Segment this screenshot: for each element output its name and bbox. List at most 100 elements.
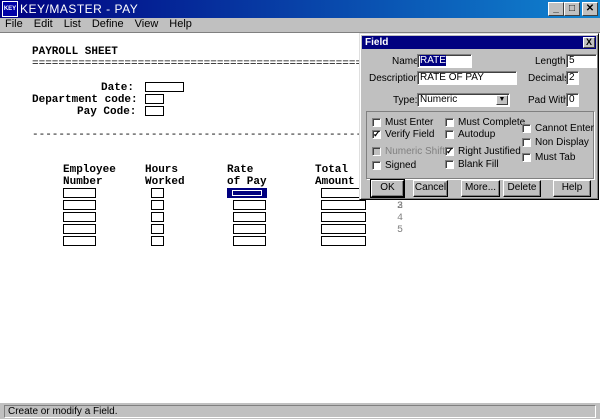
hours-worked-field[interactable] [151, 224, 164, 234]
checkbox-box [372, 147, 381, 156]
pay-code-field[interactable] [145, 106, 164, 116]
dialog-title-bar[interactable]: Field X [362, 36, 596, 49]
name-input[interactable]: RATE [417, 54, 472, 68]
type-value: Numeric [420, 94, 458, 105]
checkbox-box [445, 118, 454, 127]
signed-checkbox[interactable]: Signed [372, 160, 416, 171]
padwith-input[interactable]: 0 [566, 93, 579, 107]
numeric-shift-label: Numeric Shift [385, 146, 446, 157]
must-enter-checkbox[interactable]: Must Enter [372, 117, 433, 128]
right-justified-checkbox[interactable]: ✓ Right Justified [445, 146, 521, 157]
rate-of-pay-field[interactable] [233, 224, 266, 234]
status-text: Create or modify a Field. [4, 405, 596, 418]
right-justified-label: Right Justified [458, 146, 521, 157]
help-button[interactable]: Help [553, 180, 591, 197]
app-icon-text: KEY [3, 6, 17, 12]
checkbox-box [522, 138, 531, 147]
col-total-line2: Amount [315, 176, 355, 188]
chevron-down-icon[interactable]: ▼ [496, 95, 508, 105]
dialog-title: Field [365, 37, 389, 48]
type-label: Type: [393, 95, 418, 106]
blank-fill-checkbox[interactable]: Blank Fill [445, 159, 499, 170]
menu-define[interactable]: Define [87, 18, 130, 32]
rate-of-pay-field-selected[interactable] [227, 188, 267, 198]
decimals-input[interactable]: 2 [566, 71, 579, 85]
delete-button[interactable]: Delete [503, 180, 541, 197]
minimize-button[interactable]: _ [548, 2, 564, 16]
padwith-label: Pad With: [528, 95, 572, 106]
col-hours-line1: Hours [145, 164, 179, 176]
date-field[interactable] [145, 82, 184, 92]
employee-number-field[interactable] [63, 200, 96, 210]
autodup-label: Autodup [458, 129, 496, 140]
employee-number-field[interactable] [63, 224, 96, 234]
description-label: Description: [369, 73, 422, 84]
non-display-checkbox[interactable]: Non Display [522, 137, 589, 148]
title-bar: KEY KEY/MASTER - PAY _ □ ✕ [0, 0, 600, 18]
autodup-checkbox[interactable]: Autodup [445, 129, 495, 140]
maximize-button[interactable]: □ [564, 2, 580, 16]
blank-fill-label: Blank Fill [458, 159, 499, 170]
sheet-heading: PAYROLL SHEET [32, 46, 118, 58]
window-title: KEY/MASTER - PAY [20, 2, 139, 16]
total-amount-field[interactable] [321, 224, 366, 234]
menu-help[interactable]: Help [164, 18, 198, 32]
total-amount-field[interactable] [321, 200, 366, 210]
length-input[interactable]: 5 [566, 54, 597, 68]
type-select[interactable]: Numeric ▼ [417, 93, 510, 107]
checkbox-box [372, 118, 381, 127]
must-tab-checkbox[interactable]: Must Tab [522, 152, 575, 163]
must-enter-label: Must Enter [385, 117, 434, 128]
non-display-label: Non Display [535, 137, 589, 148]
app-icon[interactable]: KEY [2, 1, 18, 17]
checkbox-box [522, 124, 531, 133]
verify-field-label: Verify Field [385, 129, 435, 140]
length-label: Length: [535, 56, 569, 67]
menu-edit[interactable]: Edit [29, 18, 59, 32]
employee-number-field[interactable] [63, 236, 96, 246]
verify-field-checkbox[interactable]: ✓ Verify Field [372, 129, 434, 140]
must-complete-label: Must Complete [458, 117, 526, 128]
ok-button[interactable]: OK [370, 179, 405, 198]
col-employee-line1: Employee [63, 164, 116, 176]
checkbox-box [445, 130, 454, 139]
menu-list[interactable]: List [59, 18, 87, 32]
row-number: 4 [397, 213, 404, 224]
must-tab-label: Must Tab [535, 152, 576, 163]
col-employee-line2: Number [63, 176, 103, 188]
row-number: 5 [397, 225, 404, 236]
rate-of-pay-field[interactable] [233, 212, 266, 222]
close-button[interactable]: ✕ [582, 2, 598, 16]
checkbox-box [445, 160, 454, 169]
total-amount-field[interactable] [321, 236, 366, 246]
check-mark-icon: ✓ [445, 146, 454, 156]
rate-of-pay-field[interactable] [233, 236, 266, 246]
menu-file[interactable]: File [0, 18, 29, 32]
menu-bar: File Edit List Define View Help [0, 18, 600, 32]
employee-number-field[interactable] [63, 212, 96, 222]
total-amount-field[interactable] [321, 212, 366, 222]
checkbox-box [372, 161, 381, 170]
hours-worked-field[interactable] [151, 200, 164, 210]
employee-number-field[interactable] [63, 188, 96, 198]
department-code-field[interactable] [145, 94, 164, 104]
must-complete-checkbox[interactable]: Must Complete [445, 117, 525, 128]
hours-worked-field[interactable] [151, 188, 164, 198]
menu-view[interactable]: View [130, 18, 165, 32]
description-input[interactable]: RATE OF PAY [417, 71, 517, 85]
more-button[interactable]: More... [461, 180, 500, 197]
numeric-shift-checkbox: Numeric Shift [372, 146, 445, 157]
rate-of-pay-field[interactable] [233, 200, 266, 210]
dialog-close-button[interactable]: X [583, 37, 595, 48]
cancel-button[interactable]: Cancel [413, 180, 448, 197]
col-rate-line2: of Pay [227, 176, 267, 188]
double-rule: ========================================… [32, 58, 362, 70]
col-hours-line2: Worked [145, 176, 185, 188]
hours-worked-field[interactable] [151, 212, 164, 222]
name-value: RATE [420, 55, 446, 66]
date-label: Date: [101, 82, 135, 94]
check-mark-icon: ✓ [372, 129, 381, 139]
col-rate-line1: Rate [227, 164, 254, 176]
cannot-enter-checkbox[interactable]: Cannot Enter [522, 123, 594, 134]
hours-worked-field[interactable] [151, 236, 164, 246]
